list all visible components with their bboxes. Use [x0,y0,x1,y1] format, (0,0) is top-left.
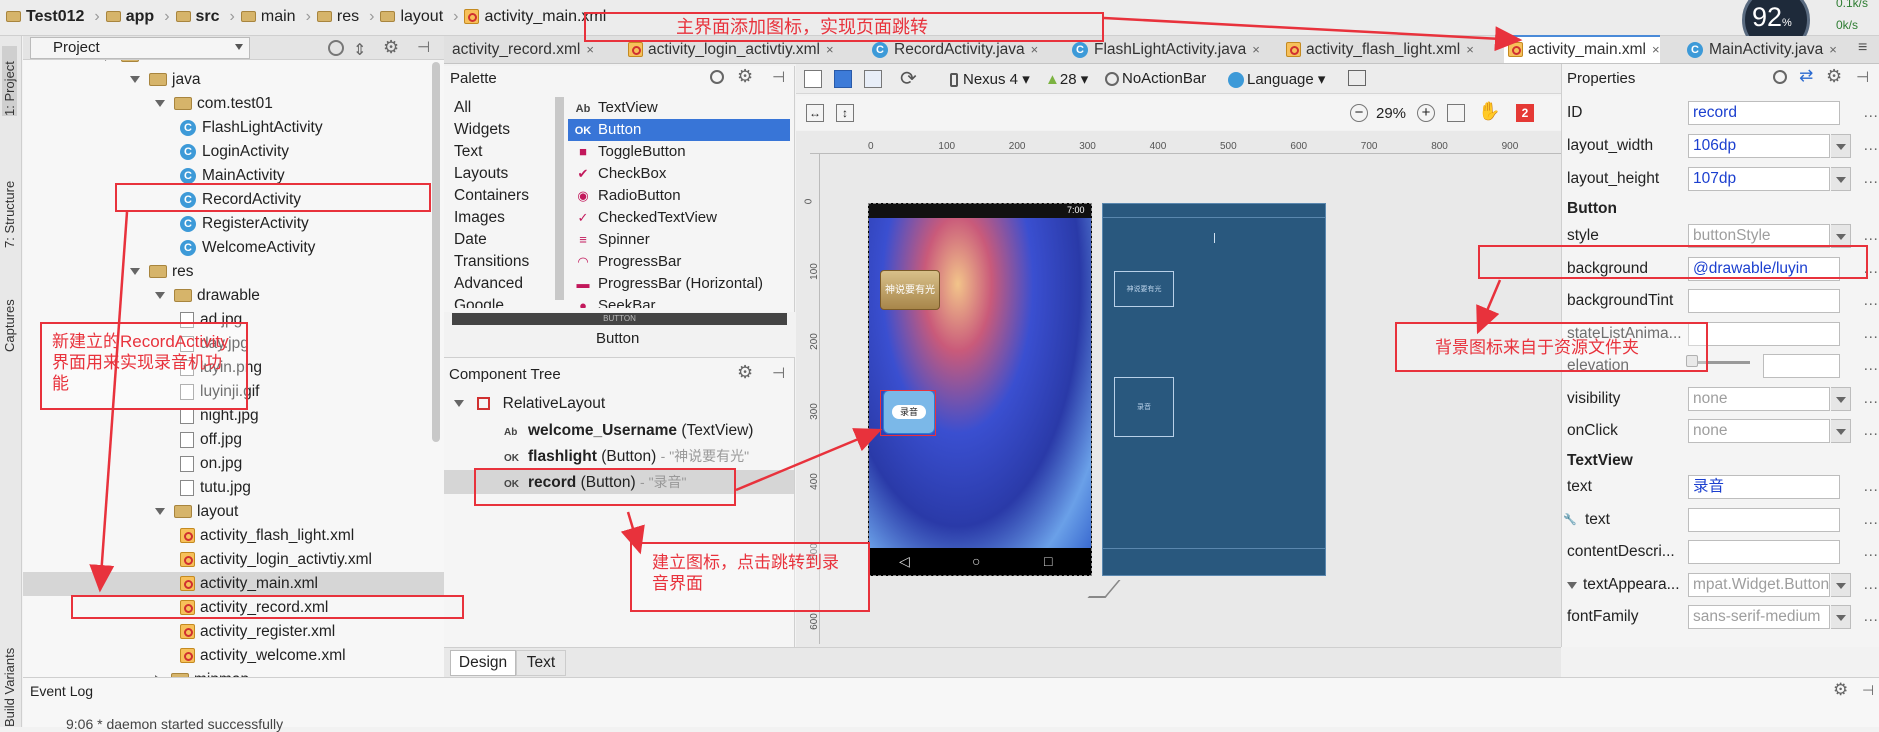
annotation-arrows [89,16,1523,593]
